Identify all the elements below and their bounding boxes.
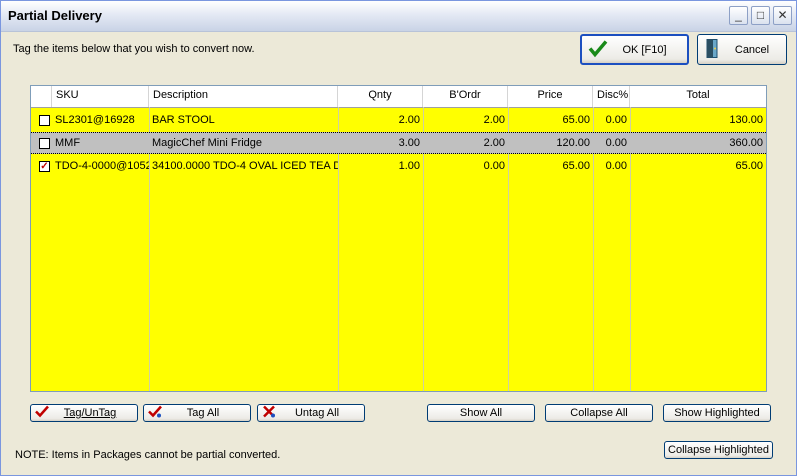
header-description[interactable]: Description: [149, 86, 338, 107]
total-cell: 130.00: [729, 114, 763, 126]
header-price[interactable]: Price: [508, 86, 593, 107]
price-cell: 65.00: [562, 160, 590, 172]
show-highlighted-button[interactable]: Show Highlighted: [663, 404, 771, 422]
tag-untag-label: Tag/UnTag: [63, 407, 117, 419]
disc-cell: 0.00: [605, 137, 627, 149]
uncheck-all-icon: [262, 405, 276, 421]
description-cell: BAR STOOL: [152, 114, 215, 126]
maximize-icon[interactable]: □: [751, 6, 770, 25]
bordr-cell: 2.00: [483, 114, 505, 126]
tag-all-label: Tag All: [186, 407, 220, 419]
cancel-button[interactable]: Cancel: [697, 34, 787, 65]
collapse-all-button[interactable]: Collapse All: [545, 404, 653, 422]
tag-checkbox-checked[interactable]: ✓: [39, 161, 50, 172]
description-cell: 34100.0000 TDO-4 OVAL ICED TEA D: [152, 160, 338, 172]
title-bar: Partial Delivery _ □ ✕: [1, 1, 796, 32]
check-mark-icon: [35, 405, 49, 421]
total-cell: 65.00: [735, 160, 763, 172]
sku-cell: TDO-4-0000@1052: [55, 160, 149, 172]
tag-untag-button[interactable]: Tag/UnTag: [30, 404, 138, 422]
price-cell: 65.00: [562, 114, 590, 126]
show-all-button[interactable]: Show All: [427, 404, 535, 422]
note-text: NOTE: Items in Packages cannot be partia…: [15, 449, 281, 461]
header-qnty[interactable]: Qnty: [338, 86, 423, 107]
instructions-text: Tag the items below that you wish to con…: [13, 43, 255, 55]
table-row-selected[interactable]: MMF MagicChef Mini Fridge 3.00 2.00 120.…: [31, 132, 766, 154]
table-row[interactable]: ✓ TDO-4-0000@1052 34100.0000 TDO-4 OVAL …: [31, 155, 766, 177]
header-disc[interactable]: Disc%: [593, 86, 630, 107]
untag-all-button[interactable]: Untag All: [257, 404, 365, 422]
price-cell: 120.00: [556, 137, 590, 149]
close-icon[interactable]: ✕: [773, 6, 792, 25]
qnty-cell: 1.00: [398, 160, 420, 172]
ok-button-label: OK [F10]: [622, 43, 667, 56]
header-total[interactable]: Total: [630, 86, 766, 107]
tag-checkbox[interactable]: [39, 115, 50, 126]
partial-delivery-window: Partial Delivery _ □ ✕ Tag the items bel…: [0, 0, 797, 476]
tag-checkbox[interactable]: [39, 138, 50, 149]
door-exit-icon: [704, 38, 720, 61]
cancel-button-label: Cancel: [734, 43, 770, 56]
window-title: Partial Delivery: [8, 8, 102, 23]
ok-button[interactable]: OK [F10]: [580, 34, 689, 65]
sku-cell: MMF: [55, 137, 81, 149]
checkmark-icon: [588, 39, 608, 60]
header-bordr[interactable]: B'Ordr: [423, 86, 508, 107]
disc-cell: 0.00: [605, 160, 627, 172]
sku-cell: SL2301@16928: [55, 114, 135, 126]
minimize-icon[interactable]: _: [729, 6, 748, 25]
header-tag-column: [31, 86, 52, 107]
check-all-icon: [148, 405, 162, 421]
disc-cell: 0.00: [605, 114, 627, 126]
header-sku[interactable]: SKU: [52, 86, 149, 107]
description-cell: MagicChef Mini Fridge: [152, 137, 263, 149]
tag-all-button[interactable]: Tag All: [143, 404, 251, 422]
untag-all-label: Untag All: [294, 407, 340, 419]
qnty-cell: 2.00: [398, 114, 420, 126]
qnty-cell: 3.00: [398, 137, 420, 149]
items-grid: SKU Description Qnty B'Ordr Price Disc% …: [30, 85, 767, 392]
collapse-highlighted-button[interactable]: Collapse Highlighted: [664, 441, 773, 459]
grid-header: SKU Description Qnty B'Ordr Price Disc% …: [31, 86, 766, 108]
bordr-cell: 2.00: [483, 137, 505, 149]
bordr-cell: 0.00: [483, 160, 505, 172]
table-row[interactable]: SL2301@16928 BAR STOOL 2.00 2.00 65.00 0…: [31, 109, 766, 131]
total-cell: 360.00: [729, 137, 763, 149]
